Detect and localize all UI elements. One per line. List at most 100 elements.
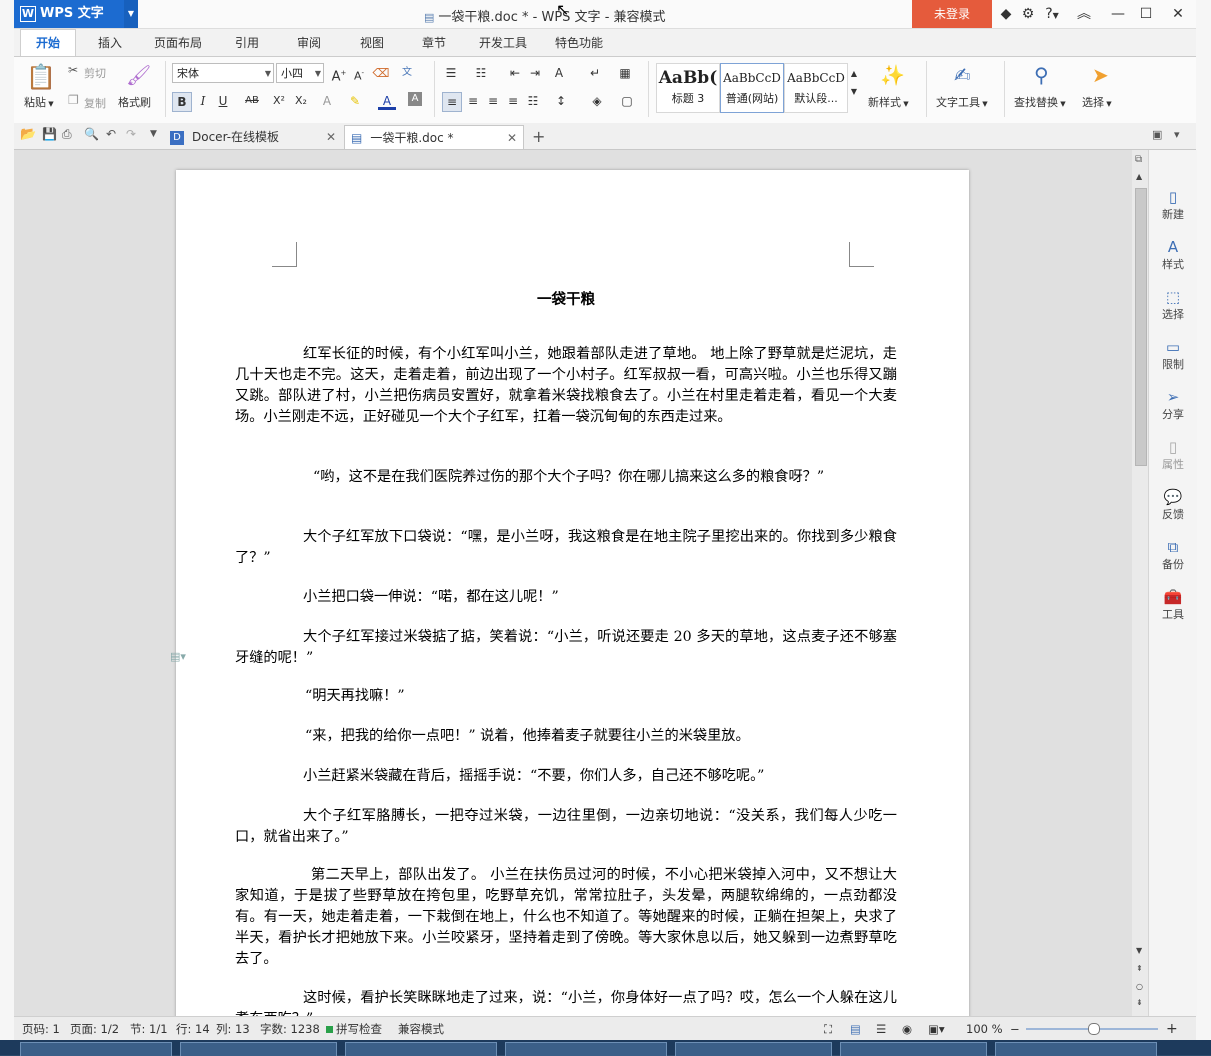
tab-docer-templates[interactable]: D Docer-在线模板 ✕ (166, 125, 342, 149)
view-web-icon[interactable]: ◉ (902, 1017, 912, 1041)
numbered-list-icon[interactable]: ☷ (472, 64, 490, 82)
zoom-slider-thumb[interactable] (1088, 1023, 1100, 1035)
document-page[interactable]: 一袋干粮 红军长征的时候，有个小红军叫小兰，她跟着部队走进了草地。 地上除了野草… (176, 170, 969, 1030)
cut-icon[interactable]: ✂ (68, 63, 78, 77)
task-new-button[interactable]: ▯ 新建 (1149, 188, 1197, 222)
format-painter-button[interactable]: 格式刷 (118, 94, 151, 110)
status-word-count[interactable]: 字数: 1238 (260, 1017, 320, 1041)
style-normal-web[interactable]: AaBbCcD 普通(网站) (720, 63, 784, 113)
wps-app-menu-button[interactable]: W WPS 文字 (14, 0, 124, 28)
char-shading-icon[interactable]: A (408, 92, 422, 106)
style-heading-3[interactable]: AaBb( 标题 3 (656, 63, 720, 113)
find-replace-button[interactable]: 查找替换 ▼ (1014, 94, 1066, 110)
shrink-font-icon[interactable]: A- (350, 64, 368, 83)
tab-list-icon[interactable]: ▣ (1152, 128, 1162, 141)
status-section[interactable]: 节: 1/1 (130, 1017, 168, 1041)
app-menu-dropdown-icon[interactable]: ▼ (124, 0, 138, 28)
underline-button[interactable]: U (214, 92, 232, 110)
style-default-paragraph[interactable]: AaBbCcD 默认段... (784, 63, 848, 113)
new-style-button[interactable]: 新样式 ▼ (868, 94, 909, 110)
clear-format-icon[interactable]: ⌫ (372, 64, 390, 82)
tab-insert[interactable]: 插入 (98, 34, 122, 51)
format-painter-icon[interactable]: 🖌 (126, 63, 151, 87)
borders-icon[interactable]: ▢ (618, 92, 636, 110)
distributed-align-button[interactable]: ☷ (524, 92, 542, 110)
align-center-button[interactable]: ≡ (464, 92, 482, 110)
align-left-button[interactable]: ≡ (442, 92, 462, 112)
taskbar-app[interactable] (995, 1042, 1157, 1056)
status-page-number[interactable]: 页码: 1 (22, 1017, 60, 1041)
taskbar-app[interactable] (20, 1042, 172, 1056)
increase-indent-icon[interactable]: ⇥ (526, 64, 544, 82)
zoom-in-icon[interactable]: + (1166, 1017, 1178, 1041)
tab-special-features[interactable]: 特色功能 (555, 34, 603, 51)
status-row[interactable]: 行: 14 (176, 1017, 210, 1041)
tab-start[interactable]: 开始 (20, 29, 76, 56)
scrollbar-thumb[interactable] (1135, 188, 1147, 466)
settings-icon[interactable]: ⚙ (1016, 4, 1040, 24)
binoculars-icon[interactable]: ⚲ (1034, 63, 1049, 87)
new-tab-icon[interactable]: + (532, 125, 545, 149)
copy-button[interactable]: 复制 (84, 95, 106, 111)
font-color-icon[interactable]: A (378, 92, 396, 110)
print-preview-icon[interactable]: 🔍 (84, 127, 99, 141)
task-feedback-button[interactable]: 💬 反馈 (1149, 488, 1197, 522)
scroll-up-icon[interactable]: ▲ (1136, 172, 1142, 181)
tab-menu-icon[interactable]: ▾ (1174, 128, 1180, 141)
grow-font-icon[interactable]: A+ (330, 64, 348, 84)
print-icon[interactable]: ⎙ (62, 127, 72, 142)
next-page-icon[interactable]: ⇟ (1136, 998, 1143, 1007)
styles-scroll-icon[interactable]: ▲ ▼ (848, 65, 860, 96)
close-tab-icon[interactable]: ✕ (507, 126, 517, 150)
collapse-ribbon-icon[interactable]: ︽ (1072, 4, 1096, 24)
minimize-icon[interactable]: — (1106, 4, 1130, 24)
new-style-icon[interactable]: ✨ (880, 63, 905, 87)
text-tools-icon[interactable]: ✍ (954, 63, 971, 87)
redo-icon[interactable]: ↷ (126, 127, 136, 141)
status-pages[interactable]: 页面: 1/2 (70, 1017, 119, 1041)
font-size-select[interactable]: 小四 ▼ (276, 63, 324, 83)
phonetic-guide-icon[interactable]: 文 (398, 64, 416, 82)
decrease-indent-icon[interactable]: ⇤ (506, 64, 524, 82)
bullet-list-icon[interactable]: ☰ (442, 64, 460, 82)
paragraph-shading-icon[interactable]: ◈ (588, 92, 606, 110)
tab-current-document[interactable]: ▤ 一袋干粮.doc * ✕ (344, 125, 524, 149)
close-tab-icon[interactable]: ✕ (326, 125, 336, 149)
text-tools-button[interactable]: 文字工具 ▼ (936, 94, 988, 110)
view-reading-icon[interactable]: ▣▾ (928, 1017, 945, 1041)
strikethrough-button[interactable]: AB (240, 92, 264, 110)
zoom-out-icon[interactable]: − (1010, 1017, 1020, 1041)
close-icon[interactable]: ✕ (1166, 4, 1190, 24)
align-right-button[interactable]: ≡ (484, 92, 502, 110)
open-folder-icon[interactable]: 📂 (20, 127, 36, 142)
tab-chapter[interactable]: 章节 (422, 34, 446, 51)
previous-page-icon[interactable]: ⇞ (1136, 964, 1143, 973)
highlight-icon[interactable]: ✎ (346, 92, 364, 110)
paste-icon[interactable]: 📋 (26, 63, 56, 91)
taskbar-app[interactable] (180, 1042, 337, 1056)
paragraph-handle-icon[interactable]: ▤▾ (170, 650, 186, 663)
vertical-scrollbar[interactable]: ⧉ ▲ ▼ ⇞ ○ ⇟ (1132, 150, 1148, 1016)
taskbar-app[interactable] (840, 1042, 987, 1056)
line-spacing-icon[interactable]: ↕ (552, 92, 570, 110)
task-tools-button[interactable]: 🧰 工具 (1149, 588, 1197, 622)
view-outline-icon[interactable]: ☰ (876, 1017, 886, 1041)
tab-developer[interactable]: 开发工具 (479, 34, 527, 51)
undo-icon[interactable]: ↶ (106, 127, 116, 141)
tab-references[interactable]: 引用 (235, 34, 259, 51)
cut-button[interactable]: 剪切 (84, 65, 106, 81)
login-button[interactable]: 未登录 (912, 0, 992, 28)
subscript-button[interactable]: X₂ (292, 92, 310, 110)
help-button[interactable]: ?▼ (1040, 4, 1064, 24)
chinese-layout-icon[interactable]: A (550, 64, 568, 82)
select-button[interactable]: 选择 ▼ (1082, 94, 1112, 110)
superscript-button[interactable]: X² (270, 92, 288, 110)
scroll-down-icon[interactable]: ▼ (1136, 946, 1142, 955)
justify-button[interactable]: ≡ (504, 92, 522, 110)
quick-access-dropdown-icon[interactable]: ▼ (150, 129, 157, 139)
spell-check-toggle[interactable]: 拼写检查 (326, 1017, 382, 1041)
browse-object-icon[interactable]: ○ (1136, 982, 1143, 991)
status-column[interactable]: 列: 13 (216, 1017, 250, 1041)
maximize-icon[interactable]: ☐ (1134, 4, 1158, 24)
task-backup-button[interactable]: ⧉ 备份 (1149, 538, 1197, 572)
